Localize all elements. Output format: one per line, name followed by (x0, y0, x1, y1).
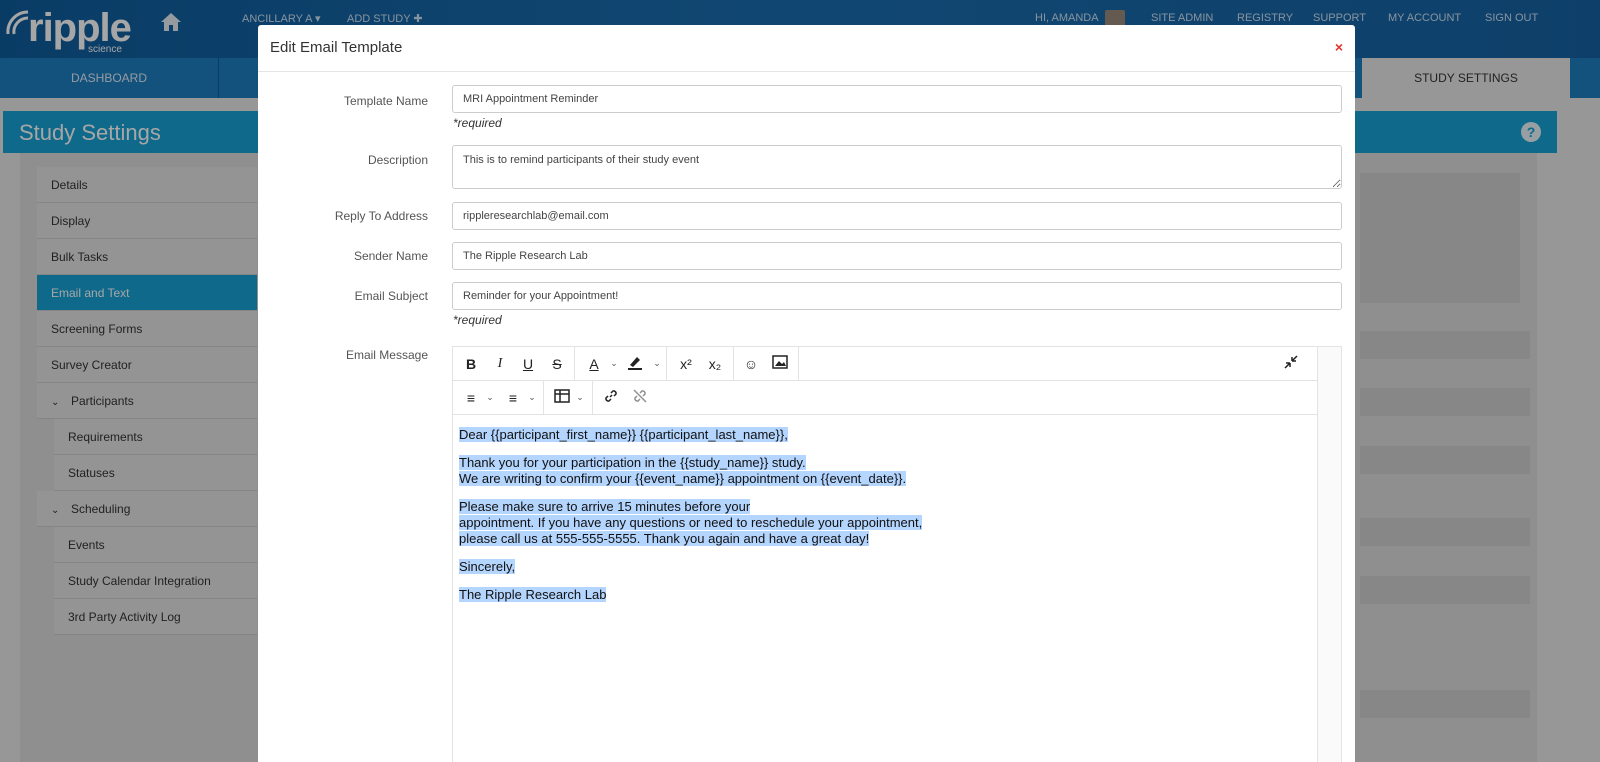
reply-to-input[interactable] (452, 202, 1342, 230)
bold-icon[interactable]: B (460, 354, 482, 374)
message-greeting: Dear {{participant_first_name}} {{partic… (459, 427, 788, 442)
numbered-list-icon[interactable]: ≡ (502, 388, 524, 408)
message-line: appointment. If you have any questions o… (459, 515, 923, 530)
description-label: Description (367, 153, 428, 167)
email-subject-label: Email Subject (354, 289, 428, 303)
required-note: *required (453, 313, 502, 327)
message-line: Thank you for your participation in the … (459, 455, 806, 470)
chevron-down-icon[interactable]: ⌄ (652, 356, 662, 370)
email-message-label: Email Message (345, 348, 428, 362)
message-line: please call us at 555-555-5555. Thank yo… (459, 531, 870, 546)
emoji-icon[interactable]: ☺ (740, 354, 762, 374)
email-subject-input[interactable] (452, 282, 1342, 310)
required-note: *required (453, 116, 502, 130)
toolbar-divider (733, 347, 734, 381)
message-line: We are writing to confirm your {{event_n… (459, 471, 907, 486)
chevron-down-icon[interactable]: ⌄ (575, 390, 585, 404)
link-icon[interactable] (600, 388, 622, 408)
underline-icon[interactable]: U (517, 354, 539, 374)
toolbar-divider (592, 381, 593, 415)
editor-toolbar-row-2: ≡ ⌄ ≡ ⌄ ⌄ (453, 381, 1319, 415)
subscript-icon[interactable]: x₂ (704, 354, 726, 374)
unlink-icon[interactable] (629, 388, 651, 408)
message-signature: The Ripple Research Lab (459, 587, 607, 602)
sender-name-input[interactable] (452, 242, 1342, 270)
sender-name-label: Sender Name (353, 249, 428, 263)
template-name-input[interactable] (452, 85, 1342, 113)
toolbar-divider (574, 347, 575, 381)
highlight-icon[interactable] (624, 354, 646, 374)
toolbar-divider (666, 347, 667, 381)
italic-icon[interactable]: I (489, 354, 511, 374)
editor-toolbar-row-1: B I U S A ⌄ ⌄ x² x₂ ☺ (453, 347, 1319, 381)
bulleted-list-icon[interactable]: ≡ (460, 388, 482, 408)
description-textarea[interactable]: This is to remind participants of their … (452, 145, 1342, 189)
table-icon[interactable] (551, 388, 573, 408)
modal-header: Edit Email Template × (258, 25, 1355, 72)
strikethrough-icon[interactable]: S (546, 354, 568, 374)
rich-text-editor: B I U S A ⌄ ⌄ x² x₂ ☺ ≡ ⌄ ≡ ⌄ ⌄ Dear {{p… (452, 346, 1342, 762)
superscript-icon[interactable]: x² (675, 354, 697, 374)
chevron-down-icon[interactable]: ⌄ (527, 390, 537, 404)
template-name-label: Template Name (343, 94, 428, 108)
reply-to-label: Reply To Address (334, 209, 428, 223)
font-color-icon[interactable]: A (583, 354, 605, 374)
toolbar-divider (543, 381, 544, 415)
chevron-down-icon[interactable]: ⌄ (485, 390, 495, 404)
message-line: Please make sure to arrive 15 minutes be… (459, 499, 751, 514)
close-icon[interactable]: × (1335, 39, 1343, 55)
image-icon[interactable] (769, 354, 791, 374)
modal-title: Edit Email Template (270, 39, 403, 56)
chevron-down-icon[interactable]: ⌄ (609, 356, 619, 370)
edit-email-template-modal: Edit Email Template × Template Name *req… (258, 25, 1355, 762)
message-closing: Sincerely, (459, 559, 516, 574)
toolbar-divider (798, 347, 799, 381)
collapse-icon[interactable] (1280, 354, 1302, 374)
email-message-editor-body[interactable]: Dear {{participant_first_name}} {{partic… (453, 415, 1319, 762)
editor-scrollbar[interactable] (1317, 347, 1341, 762)
